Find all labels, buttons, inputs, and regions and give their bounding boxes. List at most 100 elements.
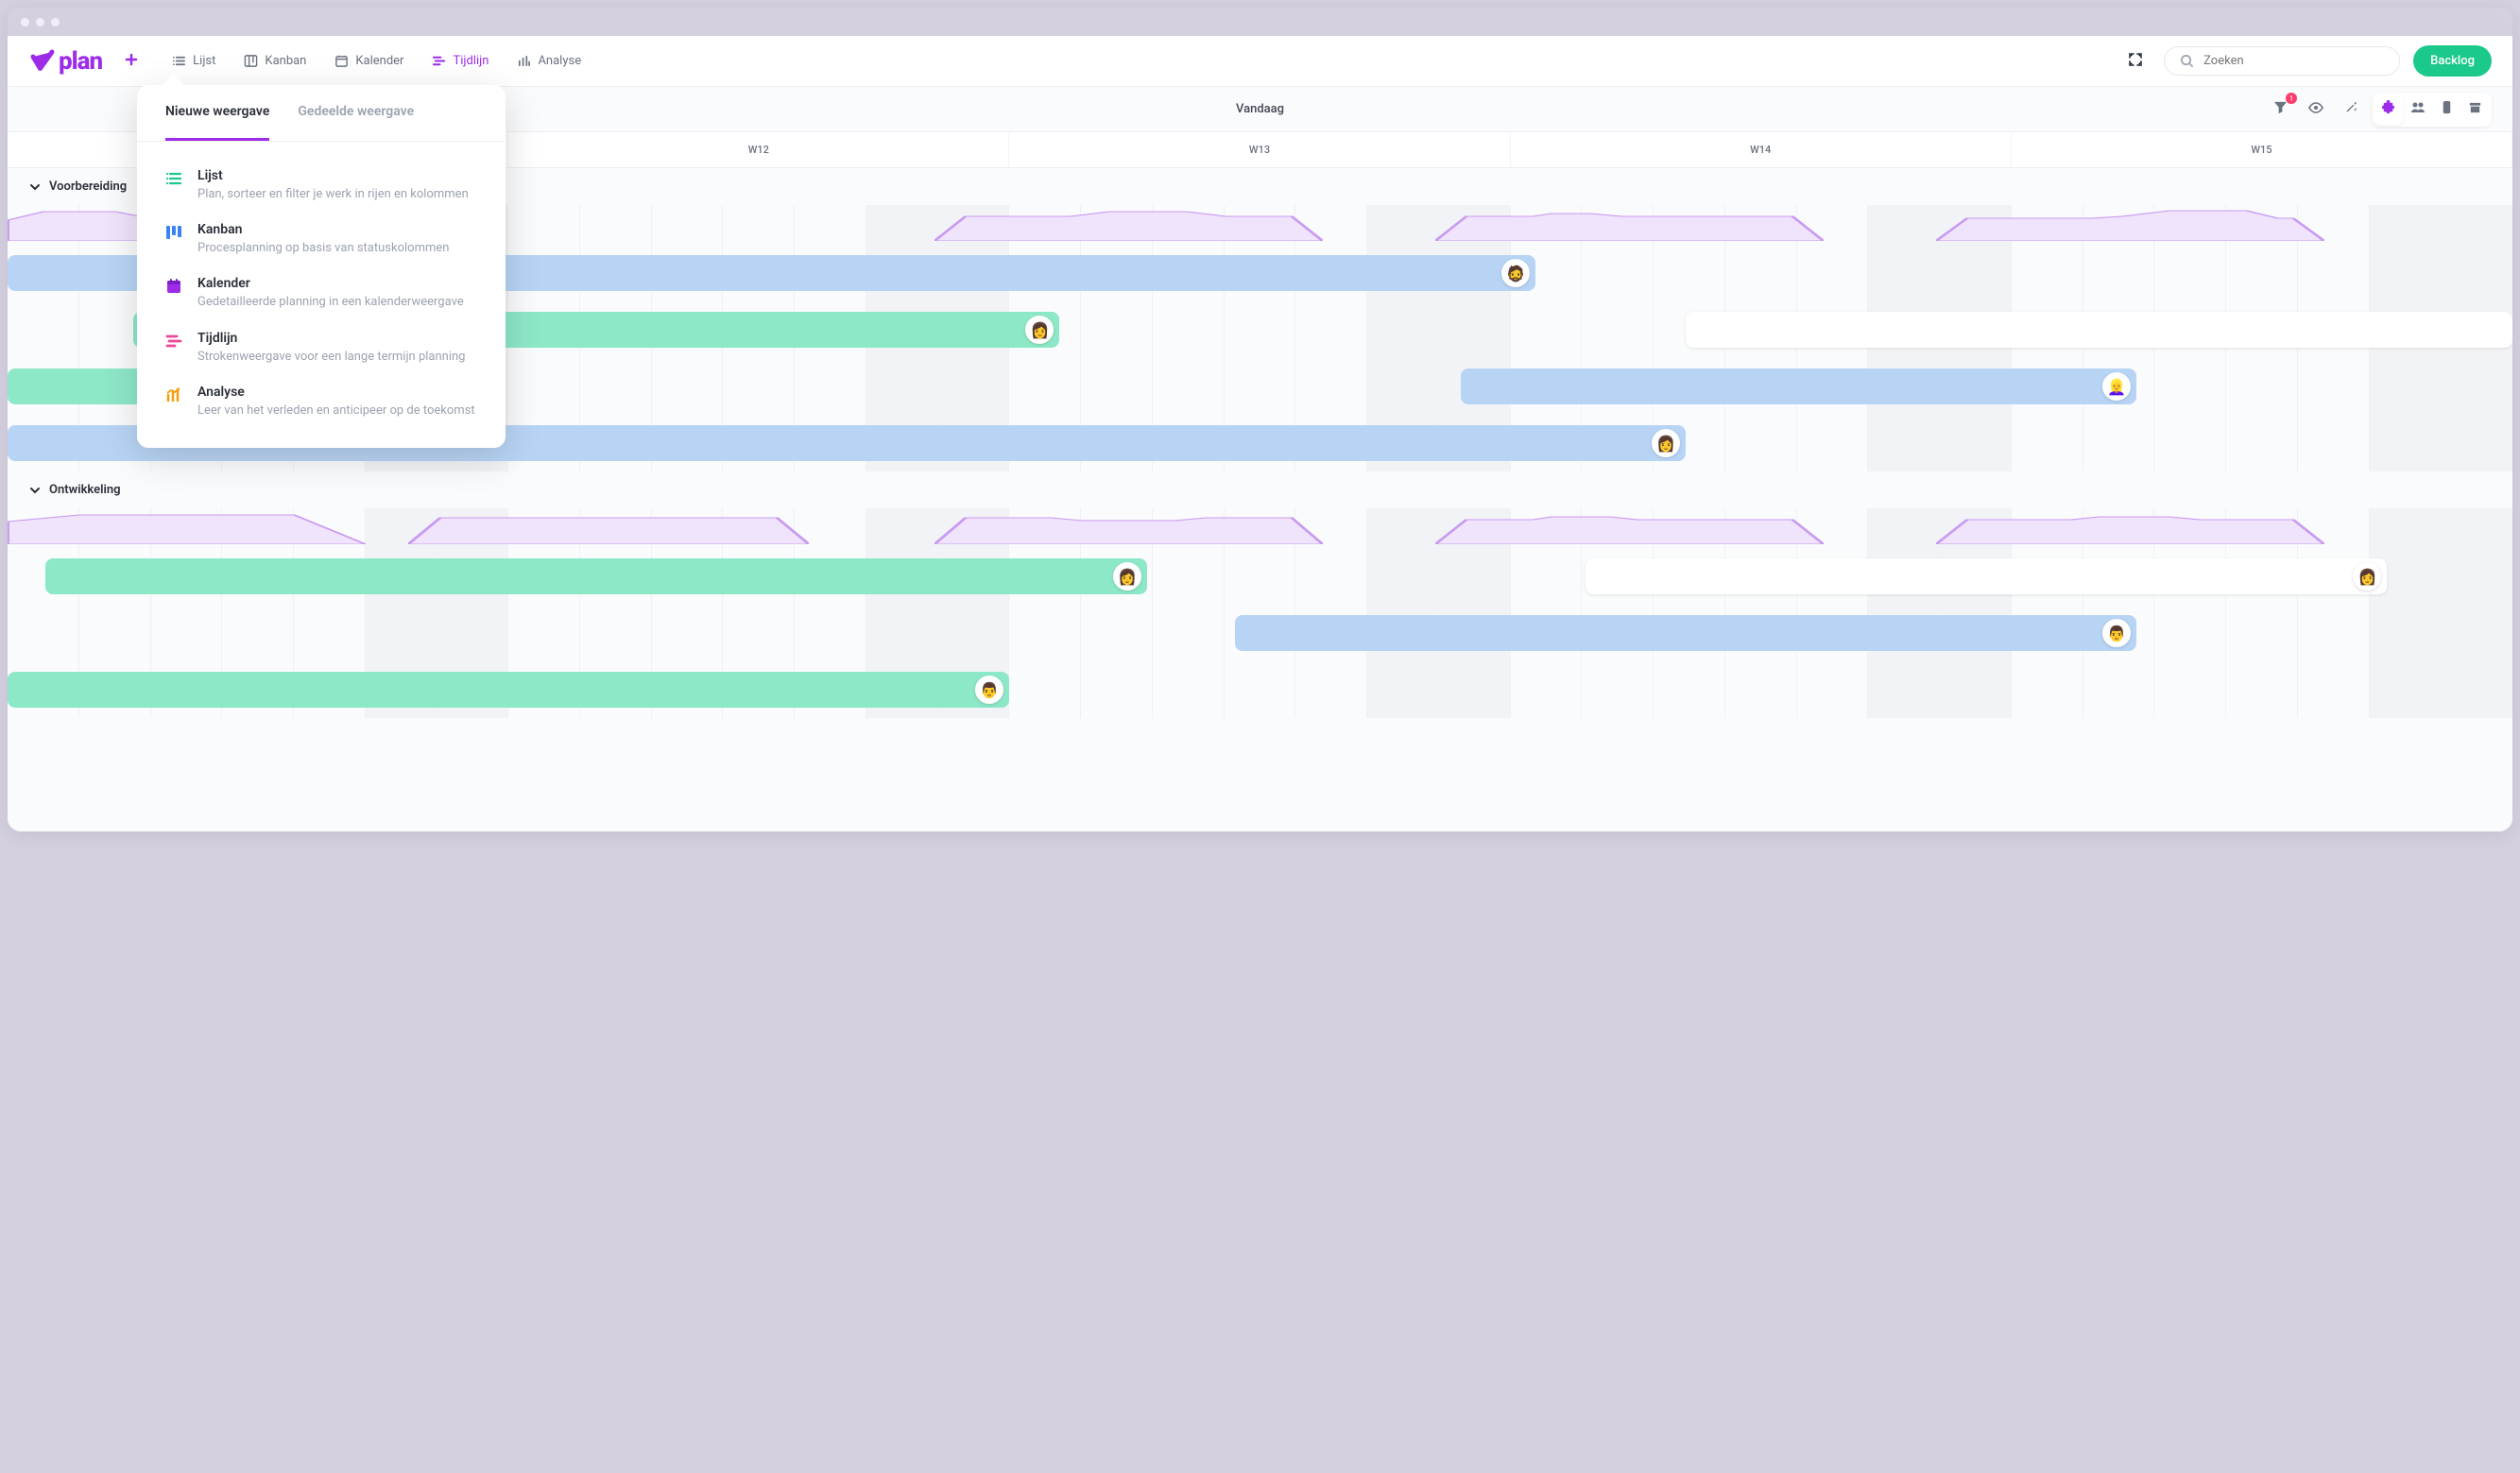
filter-badge: 1 — [2286, 93, 2297, 104]
calendar-icon — [165, 276, 184, 311]
timeline-lane: 👨 — [8, 661, 2512, 718]
dropdown-item-title: Analyse — [197, 385, 477, 400]
window-control-dot[interactable] — [21, 18, 29, 26]
dropdown-item-title: Lijst — [197, 168, 477, 183]
tab-analyse[interactable]: Analyse — [506, 47, 592, 75]
avatar[interactable]: 🧔 — [1501, 259, 1530, 287]
stage-button[interactable] — [2433, 94, 2460, 125]
calendar-icon — [334, 54, 349, 68]
stage-icon — [2441, 100, 2453, 114]
toolbar-right: 1 — [2266, 93, 2492, 127]
capacity-shape — [1435, 512, 1824, 544]
tab-tijdlijn[interactable]: Tijdlijn — [420, 47, 500, 75]
main-header: plan Lijst Kanban Kalender Tijdlijn — [8, 36, 2512, 87]
puzzle-icon — [2381, 100, 2395, 114]
week-label: W14 — [1511, 132, 2012, 167]
backlog-button[interactable]: Backlog — [2413, 45, 2492, 77]
capacity-shape — [1435, 209, 1824, 241]
capacity-shape — [934, 512, 1323, 544]
task-bar[interactable] — [1686, 312, 2512, 348]
task-bar[interactable]: 👨 — [8, 672, 1009, 708]
tab-label: Lijst — [193, 54, 215, 68]
list-icon — [172, 54, 186, 68]
avatar[interactable]: 👩 — [1113, 562, 1141, 591]
dropdown-item-desc: Strokenweergave voor een lange termijn p… — [197, 349, 477, 366]
chart-icon — [165, 385, 184, 420]
tab-label: Analyse — [538, 54, 581, 68]
chevron-down-icon — [28, 180, 42, 194]
tab-label: Kanban — [265, 54, 306, 68]
week-label: W15 — [2012, 132, 2512, 167]
puzzle-button[interactable] — [2374, 94, 2403, 125]
window-control-dot[interactable] — [51, 18, 60, 26]
fullscreen-button[interactable] — [2120, 44, 2151, 78]
logo-icon — [28, 47, 57, 76]
search-box[interactable] — [2164, 46, 2400, 76]
tab-label: Kalender — [355, 54, 403, 68]
avatar[interactable]: 👱‍♀️ — [2102, 372, 2131, 401]
avatar[interactable]: 👩 — [1652, 429, 1680, 457]
new-view-dropdown: Nieuwe weergave Gedeelde weergave Lijst … — [137, 85, 506, 448]
avatar[interactable]: 👨 — [975, 676, 1003, 704]
dropdown-item-desc: Plan, sorteer en filter je werk in rijen… — [197, 186, 477, 203]
add-view-button[interactable] — [115, 45, 147, 77]
settings-button[interactable] — [2337, 94, 2366, 124]
today-label[interactable]: Vandaag — [1236, 102, 1284, 116]
kanban-icon — [165, 222, 184, 257]
search-icon — [2180, 54, 2194, 68]
week-label: W12 — [508, 132, 1009, 167]
dropdown-item-kalender[interactable]: Kalender Gedetailleerde planning in een … — [165, 266, 477, 320]
filter-button[interactable]: 1 — [2266, 94, 2295, 124]
kanban-icon — [244, 54, 258, 68]
window-titlebar — [8, 8, 2512, 36]
dropdown-item-desc: Leer van het verleden en anticipeer op d… — [197, 403, 477, 420]
timeline-icon — [165, 331, 184, 366]
users-icon — [2410, 100, 2426, 115]
dropdown-tab-gedeelde[interactable]: Gedeelde weergave — [298, 85, 414, 141]
dropdown-item-title: Tijdlijn — [197, 331, 477, 346]
dropdown-tabs: Nieuwe weergave Gedeelde weergave — [137, 85, 506, 142]
capacity-shape — [1936, 512, 2324, 544]
dropdown-item-desc: Gedetailleerde planning in een kalenderw… — [197, 294, 477, 311]
group-header-ontwikkeling[interactable]: Ontwikkeling — [8, 471, 2512, 508]
brand-name: plan — [59, 47, 102, 76]
search-input[interactable] — [2203, 54, 2384, 68]
dropdown-item-tijdlijn[interactable]: Tijdlijn Strokenweergave voor een lange … — [165, 321, 477, 375]
group-label: Voorbereiding — [49, 180, 127, 194]
dropdown-item-title: Kanban — [197, 222, 477, 237]
dropdown-items: Lijst Plan, sorteer en filter je werk in… — [137, 142, 506, 429]
task-bar[interactable]: 👱‍♀️ — [1461, 368, 2137, 404]
dropdown-item-lijst[interactable]: Lijst Plan, sorteer en filter je werk in… — [165, 159, 477, 213]
chart-icon — [517, 54, 531, 68]
window-control-dot[interactable] — [36, 18, 44, 26]
task-bar[interactable]: 👨 — [1235, 615, 2136, 651]
week-label: W13 — [1009, 132, 1510, 167]
archive-button[interactable] — [2460, 94, 2490, 125]
avatar[interactable]: 👨 — [2102, 619, 2131, 647]
dropdown-item-analyse[interactable]: Analyse Leer van het verleden en anticip… — [165, 375, 477, 429]
tab-lijst[interactable]: Lijst — [161, 47, 227, 75]
brand-logo[interactable]: plan — [28, 47, 102, 76]
team-button[interactable] — [2403, 94, 2433, 125]
task-bar[interactable]: 👩 — [1586, 558, 2387, 594]
view-options-group — [2372, 93, 2492, 127]
timeline-lane: 👩 👩 — [8, 548, 2512, 605]
tab-kanban[interactable]: Kanban — [232, 47, 317, 75]
dropdown-item-kanban[interactable]: Kanban Procesplanning op basis van statu… — [165, 213, 477, 266]
capacity-shape — [1936, 209, 2324, 241]
capacity-shape — [408, 512, 809, 544]
list-icon — [165, 168, 184, 203]
dropdown-tab-nieuwe[interactable]: Nieuwe weergave — [165, 85, 269, 141]
eye-icon — [2308, 100, 2323, 115]
dropdown-item-title: Kalender — [197, 276, 477, 291]
task-bar[interactable]: 👩 — [45, 558, 1147, 594]
tab-label: Tijdlijn — [453, 54, 489, 68]
avatar[interactable]: 👩 — [2353, 562, 2381, 591]
visibility-button[interactable] — [2301, 94, 2331, 125]
group-label: Ontwikkeling — [49, 483, 121, 497]
capacity-shape — [934, 209, 1323, 241]
avatar[interactable]: 👩 — [1025, 316, 1054, 344]
archive-icon — [2468, 100, 2482, 114]
tab-kalender[interactable]: Kalender — [323, 47, 415, 75]
tools-icon — [2344, 100, 2358, 114]
